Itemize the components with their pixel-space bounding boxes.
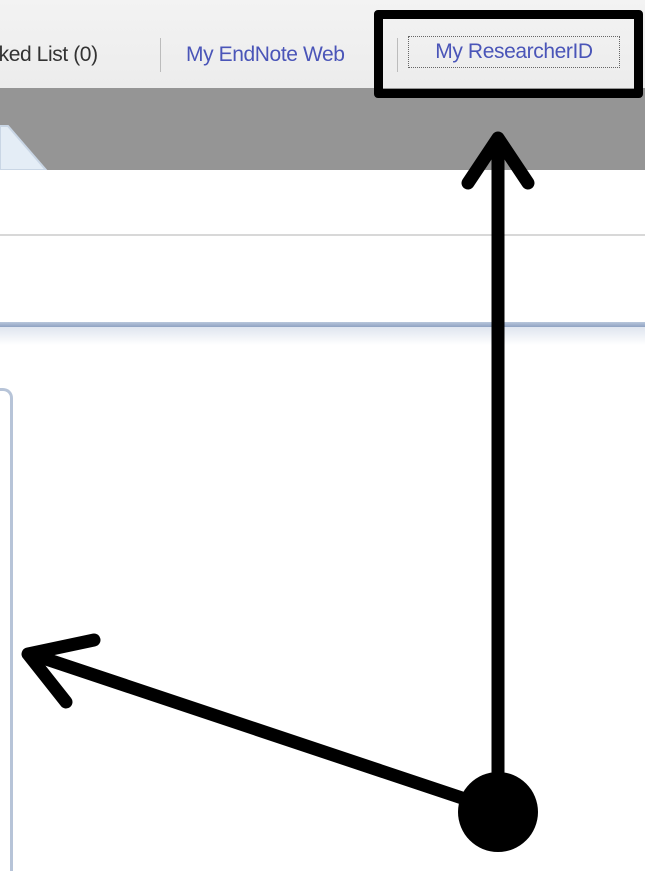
- arrow-origin-dot: [458, 772, 538, 852]
- arrow-left-shaft: [27, 648, 499, 815]
- annotation-arrows: [21, 131, 538, 852]
